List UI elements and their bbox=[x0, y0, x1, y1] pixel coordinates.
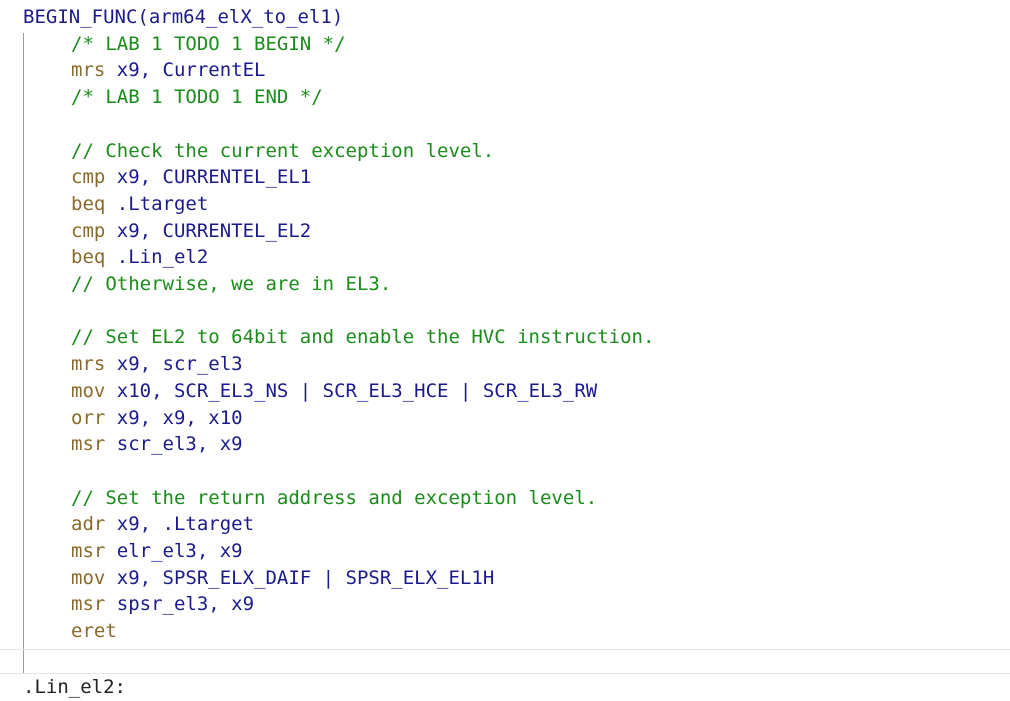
code-comment: // Otherwise, we are in EL3. bbox=[71, 273, 392, 295]
code-line[interactable]: msr scr_el3, x9 bbox=[71, 431, 243, 458]
code-line[interactable]: beq .Ltarget bbox=[71, 191, 208, 218]
code-line[interactable]: mov x9, SPSR_ELX_DAIF | SPSR_ELX_EL1H bbox=[71, 565, 494, 592]
indent-guide bbox=[23, 33, 24, 673]
code-text: x9, CURRENTEL_EL2 bbox=[105, 219, 312, 242]
code-editor[interactable]: BEGIN_FUNC(arm64_elX_to_el1) /* LAB 1 TOD… bbox=[0, 0, 1010, 699]
code-line[interactable]: /* LAB 1 TODO 1 END */ bbox=[71, 84, 323, 111]
code-line[interactable]: // Check the current exception level. bbox=[71, 138, 494, 165]
code-comment: // Set EL2 to 64bit and enable the HVC i… bbox=[71, 326, 655, 349]
code-line[interactable]: cmp x9, CURRENTEL_EL2 bbox=[71, 218, 311, 245]
code-instruction: mrs bbox=[71, 353, 106, 376]
code-instruction: beq bbox=[71, 246, 106, 269]
code-line[interactable]: mrs x9, CurrentEL bbox=[71, 57, 265, 84]
code-text: x9, CurrentEL bbox=[105, 59, 266, 82]
code-instruction: msr bbox=[71, 540, 106, 562]
code-text: BEGIN_FUNC(arm64_elX_to_el1) bbox=[23, 6, 344, 28]
code-line[interactable]: msr elr_el3, x9 bbox=[71, 538, 243, 565]
code-line[interactable]: mrs x9, scr_el3 bbox=[71, 351, 243, 378]
line-divider bbox=[0, 649, 1010, 650]
line-divider bbox=[0, 673, 1010, 674]
code-line[interactable]: BEGIN_FUNC(arm64_elX_to_el1) bbox=[23, 4, 343, 31]
code-instruction: orr bbox=[71, 406, 106, 429]
code-line[interactable]: // Set the return address and exception … bbox=[71, 485, 597, 512]
code-instruction: cmp bbox=[71, 166, 106, 189]
code-line[interactable]: orr x9, x9, x10 bbox=[71, 405, 243, 432]
code-instruction: adr bbox=[71, 513, 106, 536]
code-instruction: mrs bbox=[71, 59, 106, 82]
code-text: x9, x9, x10 bbox=[105, 406, 243, 429]
code-text: spsr_el3, x9 bbox=[105, 593, 255, 616]
code-line[interactable]: // Otherwise, we are in EL3. bbox=[71, 271, 391, 298]
code-line[interactable]: beq .Lin_el2 bbox=[71, 244, 208, 271]
code-instruction: mov bbox=[71, 566, 106, 589]
code-text: x9, SPSR_ELX_DAIF | SPSR_ELX_EL1H bbox=[105, 566, 495, 589]
code-comment: // Set the return address and exception … bbox=[71, 486, 598, 509]
code-line[interactable]: cmp x9, CURRENTEL_EL1 bbox=[71, 164, 311, 191]
code-line[interactable]: adr x9, .Ltarget bbox=[71, 511, 254, 538]
code-text: .Lin_el2 bbox=[105, 246, 209, 269]
code-line[interactable]: .Lin_el2: bbox=[23, 674, 126, 701]
code-line[interactable]: eret bbox=[71, 618, 117, 645]
code-instruction: msr bbox=[71, 593, 106, 616]
code-comment: /* LAB 1 TODO 1 END */ bbox=[71, 86, 323, 109]
code-text: .Ltarget bbox=[105, 192, 209, 215]
code-instruction: mov bbox=[71, 379, 106, 402]
code-text: scr_el3, x9 bbox=[105, 433, 243, 456]
code-text: x9, scr_el3 bbox=[105, 353, 243, 376]
code-instruction: cmp bbox=[71, 219, 106, 242]
code-line[interactable]: /* LAB 1 TODO 1 BEGIN */ bbox=[71, 31, 346, 58]
code-text: .Lin_el2: bbox=[23, 676, 126, 698]
code-comment: /* LAB 1 TODO 1 BEGIN */ bbox=[71, 32, 346, 55]
code-line[interactable]: // Set EL2 to 64bit and enable the HVC i… bbox=[71, 324, 654, 351]
code-text: x9, CURRENTEL_EL1 bbox=[105, 166, 312, 189]
code-text: x10, SCR_EL3_NS | SCR_EL3_HCE | SCR_EL3_… bbox=[105, 379, 598, 402]
code-instruction: msr bbox=[71, 433, 106, 456]
code-line[interactable]: msr spsr_el3, x9 bbox=[71, 591, 254, 618]
code-instruction: eret bbox=[71, 620, 117, 643]
code-comment: // Check the current exception level. bbox=[71, 139, 495, 162]
code-text: x9, .Ltarget bbox=[105, 513, 255, 536]
code-text: elr_el3, x9 bbox=[105, 540, 243, 562]
code-instruction: beq bbox=[71, 192, 106, 215]
code-line[interactable]: mov x10, SCR_EL3_NS | SCR_EL3_HCE | SCR_… bbox=[71, 378, 597, 405]
